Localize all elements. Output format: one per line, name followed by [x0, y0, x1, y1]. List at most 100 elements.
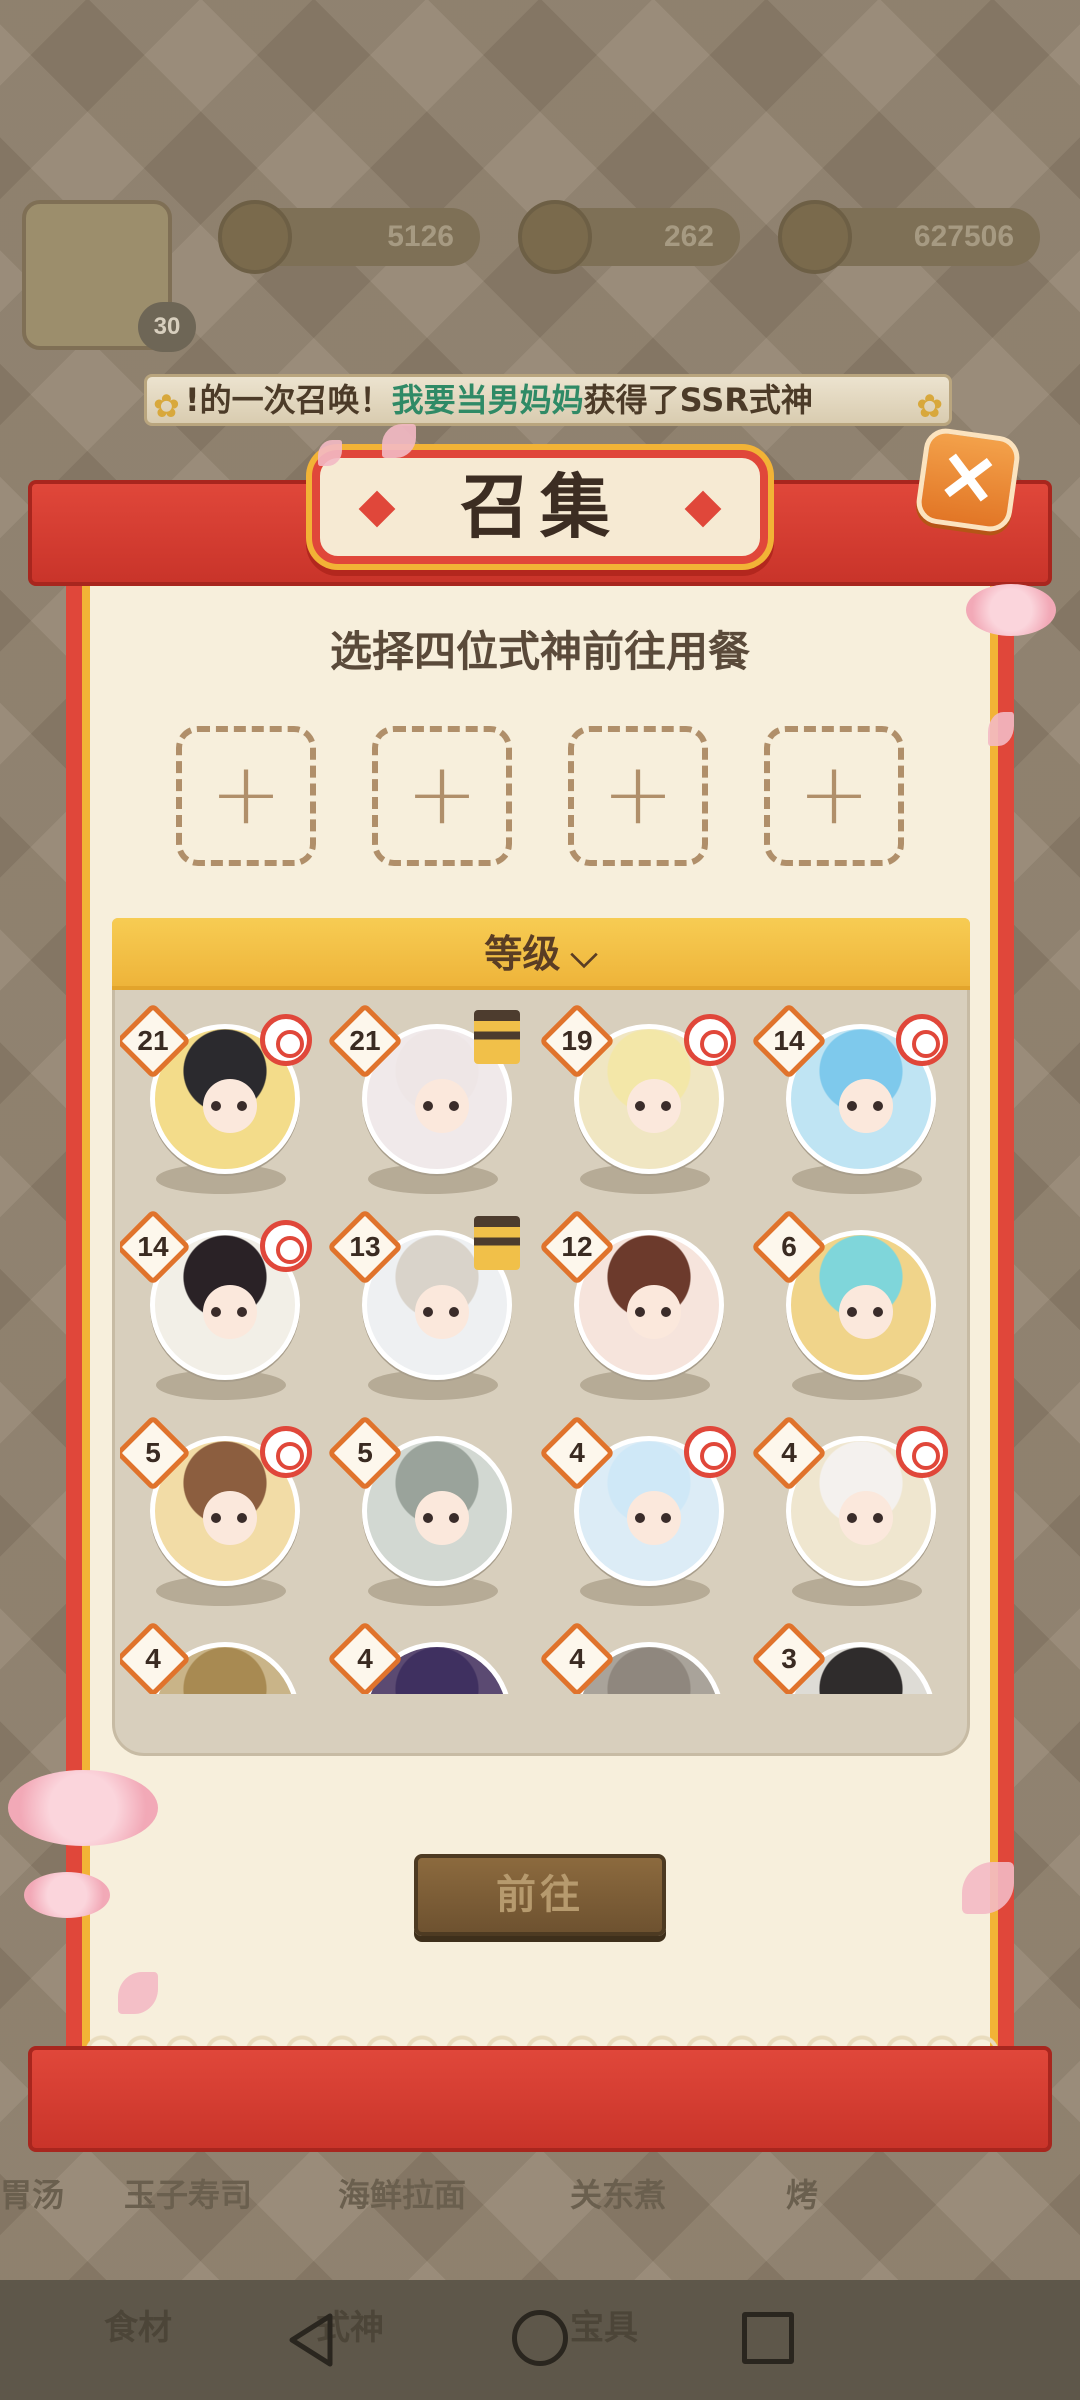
resource-value: 5126 [387, 220, 454, 253]
party-slot-2[interactable]: + [372, 726, 512, 866]
level-number: 21 [137, 1025, 169, 1056]
shikigami-card[interactable]: 5 [120, 1412, 316, 1612]
go-button[interactable]: 前往 [414, 1854, 666, 1936]
level-number: 14 [773, 1025, 805, 1056]
shikigami-card[interactable]: 19 [538, 1000, 740, 1200]
shikigami-eye [211, 1307, 221, 1317]
level-number: 19 [561, 1025, 593, 1056]
shikigami-card[interactable]: 12 [538, 1206, 740, 1406]
dish-label: 海鲜拉面 [338, 2176, 467, 2214]
shikigami-card[interactable]: 4 [538, 1412, 740, 1612]
resource-gold-coin: 627506 [778, 200, 1040, 274]
resource-plum-blossom: 5126 [218, 200, 480, 274]
cherry-blossom-decoration [24, 1872, 110, 1918]
level-number: 12 [561, 1231, 593, 1262]
shikigami-eye [873, 1513, 883, 1523]
shikigami-eye [847, 1307, 857, 1317]
sort-label: 等级 [484, 932, 561, 976]
coin-bag-icon [518, 200, 592, 274]
diamond-ornament [358, 490, 396, 528]
shikigami-eye [449, 1101, 459, 1111]
dish-label: 玉子寿司 [124, 2176, 253, 2214]
shikigami-card[interactable]: 4 [326, 1618, 528, 1694]
tower-badge-icon [474, 1010, 520, 1064]
chevron-down-icon: ⌵ [570, 935, 598, 976]
level-number: 4 [569, 1643, 585, 1674]
shikigami-eye [847, 1513, 857, 1523]
shikigami-eye [237, 1307, 247, 1317]
shikigami-card[interactable]: 5 [326, 1412, 528, 1612]
recent-apps-icon[interactable] [742, 2312, 794, 2364]
skill-badge-icon [260, 1014, 312, 1066]
level-number: 5 [357, 1437, 373, 1468]
party-slot-3[interactable]: + [568, 726, 708, 866]
shikigami-eye [661, 1101, 671, 1111]
background-tab-label: 宝具 [570, 2308, 638, 2348]
shikigami-card[interactable]: 14 [750, 1000, 952, 1200]
shikigami-eye [873, 1307, 883, 1317]
shikigami-card[interactable]: 4 [750, 1412, 952, 1612]
player-level-badge: 30 [138, 302, 196, 352]
shikigami-eye [211, 1101, 221, 1111]
tower-badge-icon [474, 1216, 520, 1270]
dish-label: 胃汤 [0, 2176, 65, 2214]
resource-coin-bag: 262 [518, 200, 740, 274]
background-dish-labels: 胃汤 玉子寿司 海鲜拉面 关东煮 烤 [0, 2170, 1080, 2230]
shikigami-card[interactable]: 13 [326, 1206, 528, 1406]
shikigami-card[interactable]: 3 [750, 1618, 952, 1694]
level-number: 6 [781, 1231, 797, 1262]
shikigami-eye [423, 1307, 433, 1317]
party-slot-4[interactable]: + [764, 726, 904, 866]
diamond-ornament [684, 490, 722, 528]
shikigami-card[interactable]: 4 [538, 1618, 740, 1694]
shikigami-grid: 21 21 19 14 14 13 12 6 5 5 4 4 4 4 4 3 [120, 1000, 962, 1694]
skill-badge-icon [684, 1014, 736, 1066]
ticker-player-name: 我要当男妈妈 [391, 381, 584, 419]
level-number: 13 [349, 1231, 381, 1262]
flower-icon: ✿ [153, 387, 180, 425]
shikigami-eye [635, 1513, 645, 1523]
cherry-blossom-decoration [966, 584, 1056, 636]
shikigami-card[interactable]: 14 [120, 1206, 316, 1406]
level-number: 3 [781, 1643, 797, 1674]
cherry-blossom-decoration [8, 1770, 158, 1846]
home-icon[interactable] [512, 2310, 568, 2366]
sort-dropdown[interactable]: 等级 ⌵ [112, 918, 970, 990]
shikigami-eye [423, 1101, 433, 1111]
party-slot-1[interactable]: + [176, 726, 316, 866]
shikigami-eye [661, 1307, 671, 1317]
shikigami-card[interactable]: 6 [750, 1206, 952, 1406]
skill-badge-icon [260, 1426, 312, 1478]
gold-coin-icon [778, 200, 852, 274]
skill-badge-icon [896, 1014, 948, 1066]
level-number: 5 [145, 1437, 161, 1468]
level-number: 4 [357, 1643, 373, 1674]
modal-title: 召集 [460, 466, 620, 548]
shikigami-eye [423, 1513, 433, 1523]
shikigami-eye [635, 1101, 645, 1111]
level-number: 4 [569, 1437, 585, 1468]
shikigami-card[interactable]: 21 [326, 1000, 528, 1200]
plum-blossom-icon [218, 200, 292, 274]
announcement-ticker: ✿ !的一次召唤！我要当男妈妈获得了SSR式神 ✿ [144, 374, 952, 426]
shikigami-eye [661, 1513, 671, 1523]
close-button[interactable]: ✕ [913, 425, 1023, 535]
shikigami-eye [449, 1307, 459, 1317]
flower-icon: ✿ [916, 387, 943, 425]
shikigami-eye [211, 1513, 221, 1523]
shikigami-eye [237, 1101, 247, 1111]
back-icon[interactable] [286, 2312, 336, 2368]
shikigami-card[interactable]: 4 [120, 1618, 316, 1694]
skill-badge-icon [684, 1426, 736, 1478]
shikigami-eye [237, 1513, 247, 1523]
skill-badge-icon [260, 1220, 312, 1272]
shikigami-card[interactable]: 21 [120, 1000, 316, 1200]
level-number: 14 [137, 1231, 169, 1262]
level-number: 21 [349, 1025, 381, 1056]
resource-value: 627506 [913, 220, 1014, 253]
shikigami-eye [449, 1513, 459, 1523]
background-tab-label: 食材 [104, 2308, 172, 2348]
shikigami-eye [635, 1307, 645, 1317]
resource-value: 262 [663, 220, 714, 253]
ticker-prefix: !的一次召唤！ [185, 381, 392, 419]
